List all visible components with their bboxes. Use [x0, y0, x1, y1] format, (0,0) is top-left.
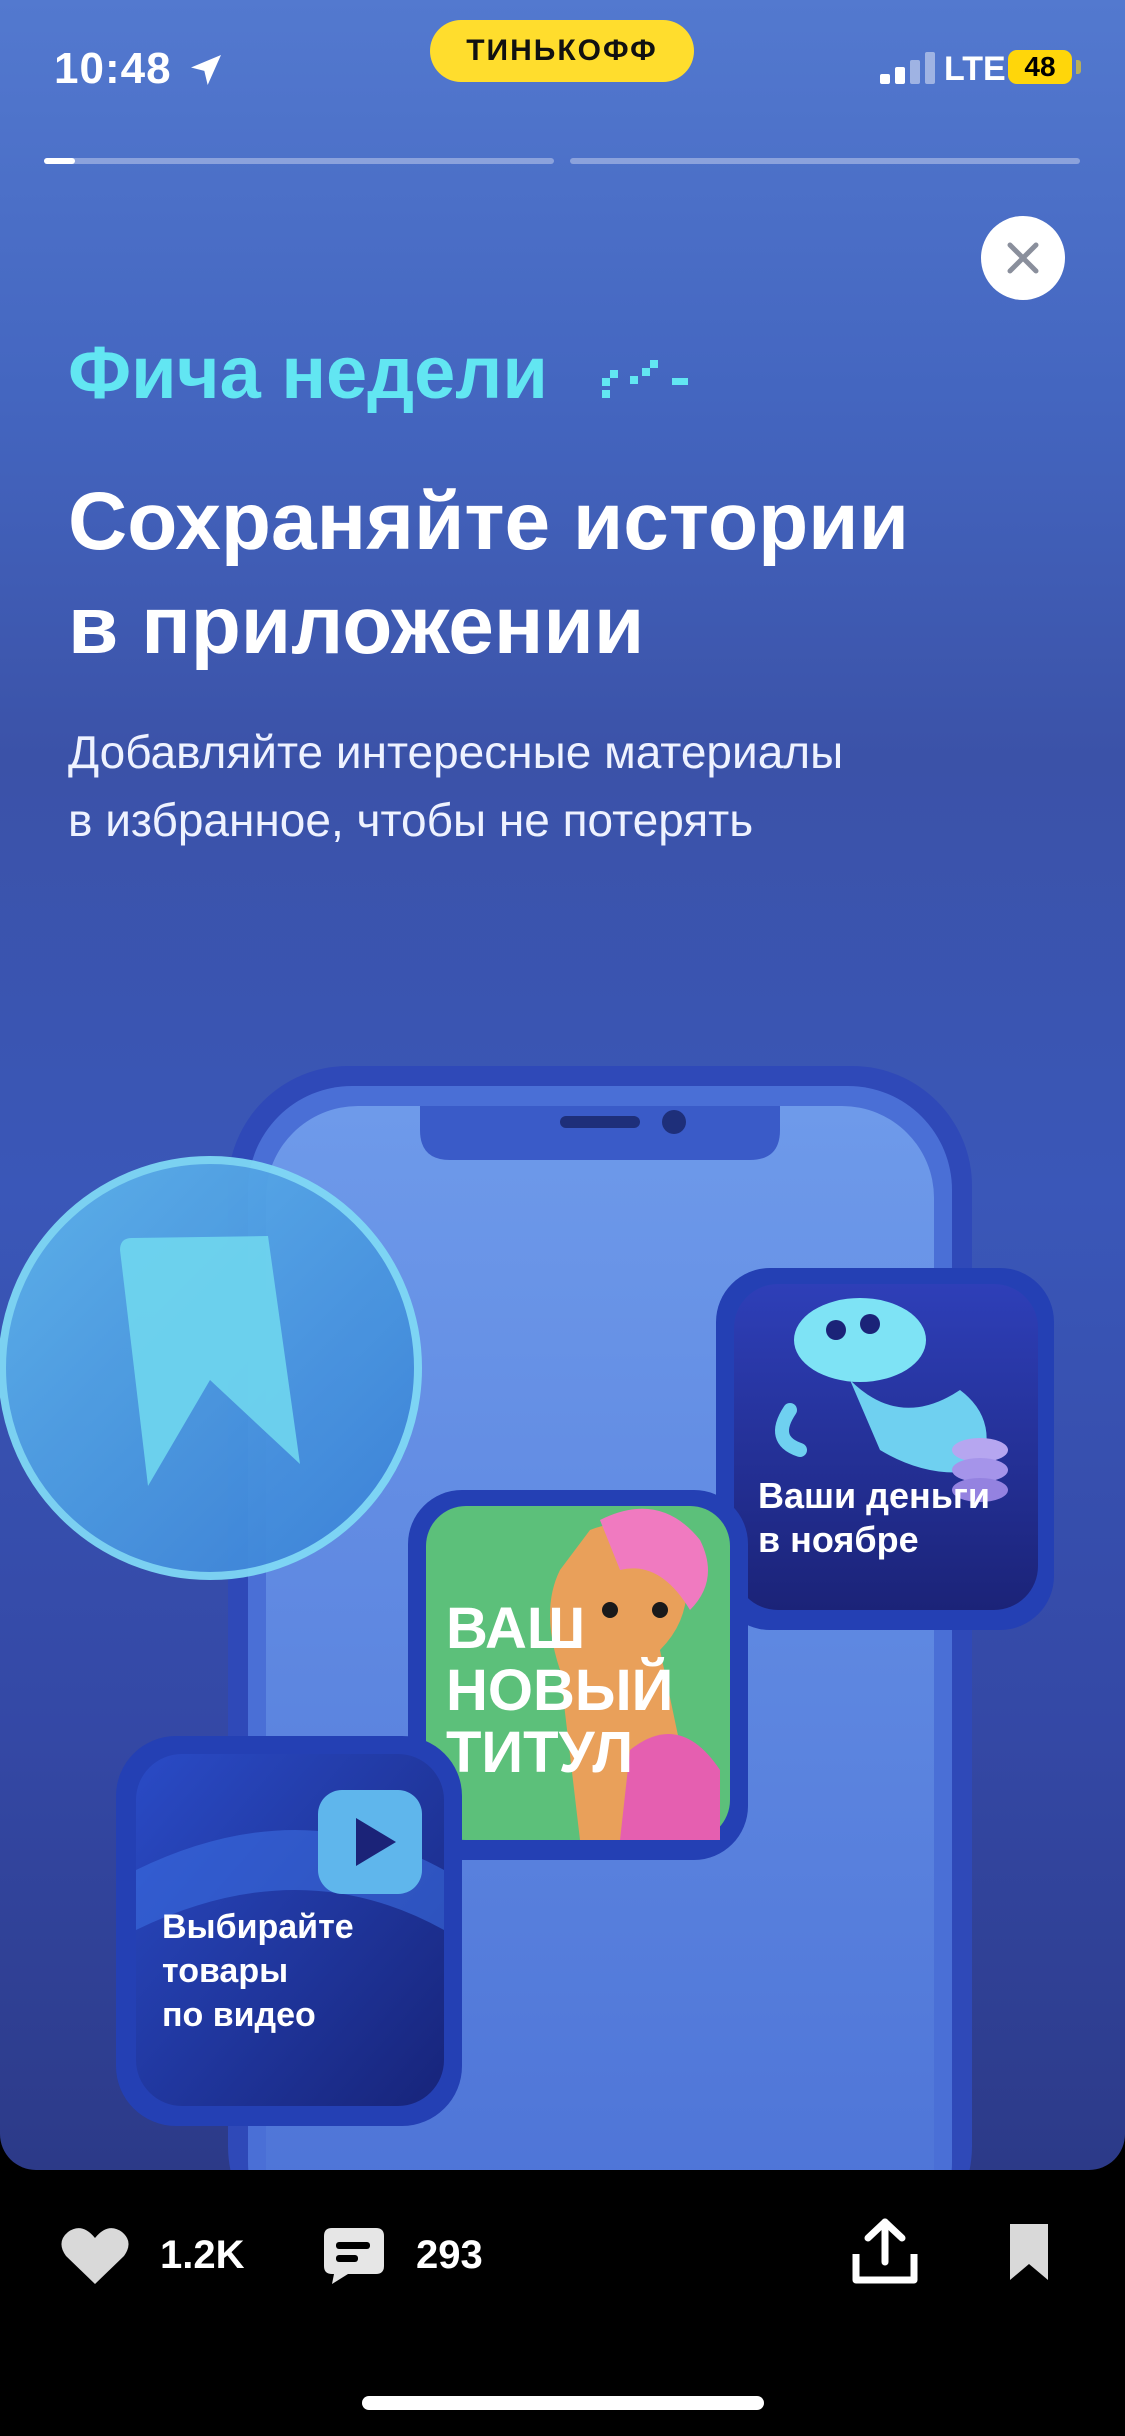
bookmark-badge	[0, 1156, 422, 1580]
network-type: LTE	[944, 50, 1006, 88]
share-icon	[852, 2218, 918, 2284]
card-video: Выбирайте товары по видео	[116, 1736, 462, 2126]
story-viewer[interactable]: 10:48 ТИНЬКОФФ LTE 48 Фича недели Сохран…	[0, 0, 1125, 2170]
story-progress-1	[44, 158, 554, 164]
battery-indicator: 48	[1008, 50, 1072, 84]
card-money-line-1: Ваши деньги	[758, 1475, 990, 1516]
share-button[interactable]	[852, 2218, 918, 2286]
comment-count: 293	[416, 2232, 483, 2277]
comment-icon	[324, 2228, 384, 2284]
comments-button[interactable]: 293	[322, 2226, 483, 2284]
headline-line-2: в приложении	[68, 580, 645, 671]
feature-illustration: Ваши деньги в ноябре ВАШ НОВЫЙ ТИТУЛ Выб…	[0, 1066, 1054, 2170]
story-subtitle: Добавляйте интересные материалы в избран…	[68, 718, 1068, 854]
battery-tip	[1076, 60, 1081, 74]
card-title-line-2: НОВЫЙ	[446, 1658, 673, 1723]
like-button[interactable]: 1.2K	[60, 2224, 245, 2286]
card-money-line-2: в ноябре	[758, 1519, 919, 1560]
status-time: 10:48	[54, 44, 172, 93]
story-progress-fill-1	[44, 158, 75, 164]
brand-pill: ТИНЬКОФФ	[430, 20, 694, 82]
card-title-line-3: ТИТУЛ	[446, 1720, 633, 1785]
story-progress-2	[570, 158, 1080, 164]
heart-icon	[61, 2228, 129, 2284]
close-icon	[1007, 242, 1039, 274]
story-headline: Сохраняйте истории в приложении	[68, 470, 1068, 678]
close-button[interactable]	[981, 216, 1065, 300]
save-button[interactable]	[1008, 2222, 1050, 2282]
subtitle-line-1: Добавляйте интересные материалы	[68, 726, 844, 778]
card-money: Ваши деньги в ноябре	[716, 1268, 1054, 1630]
like-count: 1.2K	[160, 2232, 245, 2277]
status-bar: 10:48 ТИНЬКОФФ LTE 48	[0, 0, 1125, 130]
card-video-line-1: Выбирайте	[162, 1908, 354, 1946]
signal-icon	[880, 52, 935, 84]
card-video-line-3: по видео	[162, 1996, 316, 2034]
card-video-line-2: товары	[162, 1952, 288, 1990]
story-eyebrow: Фича недели	[68, 331, 548, 414]
pixel-decoration	[602, 360, 688, 398]
headline-line-1: Сохраняйте истории	[68, 476, 909, 567]
card-title-line-1: ВАШ	[446, 1596, 585, 1661]
brand-name: ТИНЬКОФФ	[466, 34, 658, 67]
battery-level: 48	[1024, 51, 1056, 82]
location-arrow-icon	[191, 55, 221, 85]
bookmark-outline-icon	[1010, 2224, 1048, 2280]
subtitle-line-2: в избранное, чтобы не потерять	[68, 794, 754, 846]
home-indicator[interactable]	[362, 2396, 764, 2410]
